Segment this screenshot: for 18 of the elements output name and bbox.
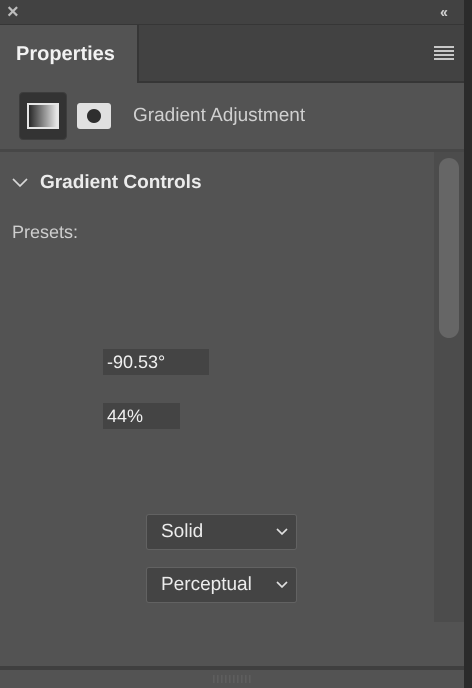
gradient-mode-button[interactable] [19,92,67,140]
close-button[interactable]: × [7,2,19,22]
presets-label: Presets: [12,222,80,243]
menu-icon[interactable] [434,46,454,60]
chevron-icon[interactable] [12,178,28,188]
value-field[interactable]: -90.53° [103,349,209,375]
panel-tab[interactable]: Properties [0,25,139,83]
scrollbar[interactable] [434,152,464,622]
caret-icon [276,528,288,536]
collapse-button[interactable]: ‹‹ [440,4,446,20]
value-field[interactable]: 44% [103,403,180,429]
dropdown[interactable]: Solid [146,514,297,550]
section-title: Gradient Controls [40,172,202,194]
adjustment-title: Gradient Adjustment [133,105,306,127]
mask-icon [77,103,111,129]
dropdown[interactable]: Perceptual [146,567,297,603]
gradient-icon [27,103,59,129]
caret-icon [276,581,288,589]
